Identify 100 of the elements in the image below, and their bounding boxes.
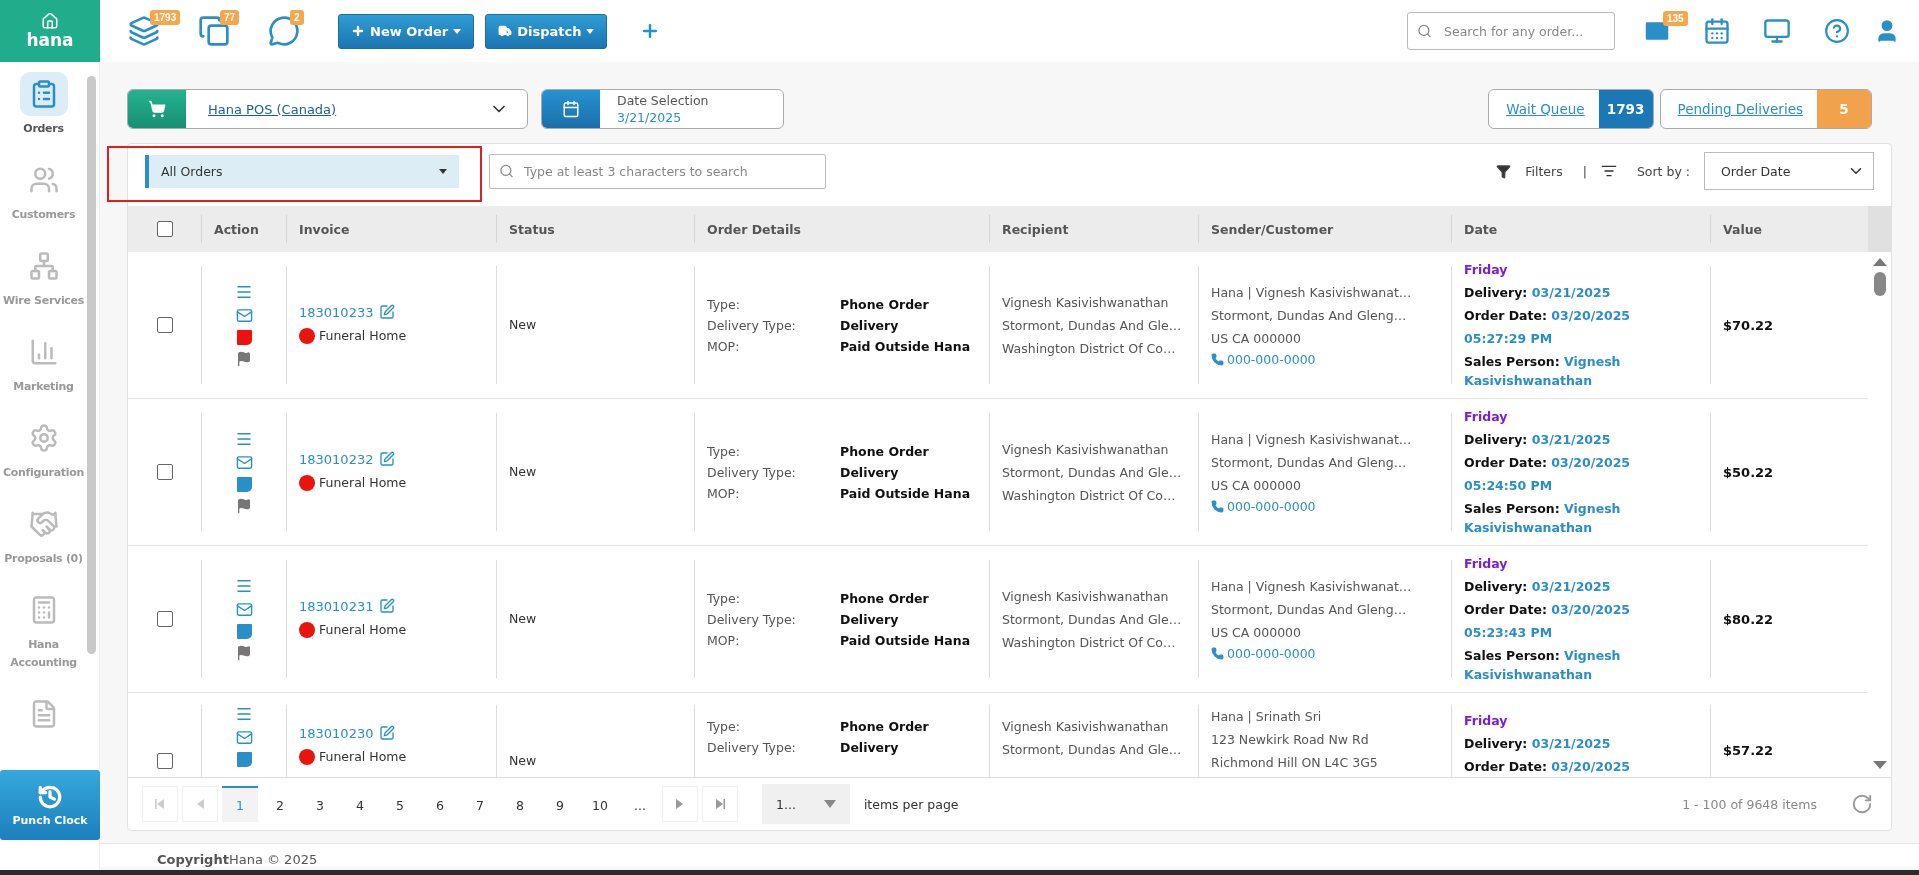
invoice-link[interactable]: 183010230 — [299, 725, 374, 741]
scrollbar[interactable] — [87, 76, 96, 654]
edit-icon[interactable] — [379, 451, 396, 467]
status-dot — [299, 622, 315, 638]
sort-label: Sort by : — [1636, 163, 1690, 179]
refresh-icon[interactable] — [1851, 793, 1873, 815]
sales-person: Sales Person: Vignesh Kasivishwanathan — [1464, 647, 1622, 684]
detail-value: Delivery — [840, 611, 900, 627]
phone-icon — [1211, 353, 1224, 366]
sidebar-label: Hana Accounting — [9, 637, 78, 671]
order-date: Order Date: 03/20/2025 — [1464, 307, 1632, 325]
order-time: 05:24:50 PM — [1464, 477, 1554, 495]
checkbox[interactable] — [156, 611, 173, 627]
column-header[interactable]: Date — [1464, 221, 1498, 237]
sort-icon[interactable] — [1600, 163, 1617, 179]
sender-line: Hana | Vignesh Kasivishwanat… — [1211, 284, 1413, 302]
edit-icon[interactable] — [379, 598, 396, 614]
recipient-line: Stormont, Dundas And Gle… — [1002, 463, 1183, 482]
edit-icon[interactable] — [379, 304, 396, 320]
next-page-button[interactable] — [662, 786, 698, 822]
status-text: New — [509, 463, 538, 481]
delivery-date: Delivery: 03/21/2025 — [1464, 431, 1612, 449]
phone-link[interactable]: 000-000-0000 — [1211, 352, 1451, 367]
note-icon[interactable] — [236, 624, 252, 639]
order-filter-select[interactable]: All Orders — [145, 154, 459, 188]
dispatch-button[interactable]: Dispatch — [485, 13, 608, 49]
invoice-link[interactable]: 183010231 — [299, 598, 374, 614]
store-select[interactable]: Hana POS (Canada) — [127, 89, 528, 129]
note-icon[interactable] — [236, 752, 252, 767]
note-icon[interactable] — [236, 330, 252, 345]
queue-label: Pending Deliveries — [1676, 100, 1804, 119]
handshake-icon — [28, 509, 59, 539]
column-header[interactable]: Sender/Customer — [1211, 221, 1334, 237]
last-page-button[interactable] — [702, 786, 738, 822]
home-icon — [41, 12, 59, 30]
queue-count: 5 — [1817, 90, 1871, 128]
page-button[interactable]: 1 — [222, 786, 258, 822]
flag-icon[interactable] — [236, 498, 252, 514]
column-header[interactable]: Order Details — [707, 221, 801, 237]
recipient-line: Washington District Of Co… — [1002, 486, 1177, 505]
invoice-link[interactable]: 183010232 — [299, 451, 374, 467]
plus-icon — [351, 24, 365, 38]
occasion-tag: Funeral Home — [319, 747, 407, 767]
date-selection-button[interactable]: Date Selection 3/21/2025 — [541, 89, 784, 129]
search-icon — [1417, 23, 1432, 39]
sort-select[interactable]: Order Date — [1704, 152, 1874, 190]
order-date: Order Date: 03/20/2025 — [1464, 601, 1632, 619]
phone-link[interactable]: 000-000-0000 — [1211, 499, 1451, 514]
weekday: Friday — [1464, 408, 1509, 426]
sender-line: 123 Newkirk Road Nw Rd — [1211, 731, 1370, 749]
queue-button[interactable]: Wait Queue 1793 — [1488, 89, 1654, 129]
detail-value: Delivery — [840, 740, 900, 755]
detail-value: Phone Order — [840, 296, 930, 312]
edit-icon[interactable] — [379, 725, 396, 741]
column-header[interactable]: Invoice — [299, 221, 350, 237]
delivery-date: Delivery: 03/21/2025 — [1464, 284, 1612, 302]
detail-value: Paid Outside Hana — [840, 485, 972, 501]
flag-icon[interactable] — [236, 645, 252, 661]
count-badge: 135 — [1663, 11, 1688, 26]
sidebar-item[interactable]: Orders — [0, 72, 88, 138]
recipient-line: Vignesh Kasivishwanathan — [1002, 587, 1170, 606]
chat-icon — [268, 15, 300, 47]
order-date: Order Date: 03/20/2025 — [1464, 758, 1632, 776]
recipient-line: Vignesh Kasivishwanathan — [1002, 440, 1170, 459]
menu-icon[interactable] — [235, 430, 253, 448]
column-header[interactable]: Status — [509, 221, 555, 237]
filters-button[interactable]: Filters — [1496, 163, 1563, 179]
queue-label: Wait Queue — [1505, 100, 1586, 119]
menu-icon[interactable] — [235, 705, 253, 723]
checkbox[interactable] — [156, 753, 173, 769]
queue-button[interactable]: Pending Deliveries 5 — [1659, 89, 1872, 129]
menu-icon[interactable] — [235, 283, 253, 301]
search-field[interactable]: Type at least 3 characters to search — [489, 153, 826, 189]
sender-line: Richmond Hill ON L4C 3G5 — [1211, 754, 1379, 772]
column-header[interactable]: Action — [214, 221, 259, 237]
invoice-link[interactable]: 183010233 — [299, 304, 374, 320]
filter-icon — [1496, 163, 1512, 179]
occasion-tag: Funeral Home — [319, 473, 407, 493]
menu-icon[interactable] — [235, 577, 253, 595]
sales-person: Sales Person: Vignesh Kasivishwanathan — [1464, 353, 1622, 390]
checkbox[interactable] — [156, 221, 173, 237]
sidebar-label: Wire Services — [3, 293, 84, 309]
note-icon[interactable] — [236, 477, 252, 492]
phone-link[interactable]: 000-000-0000 — [1211, 646, 1451, 661]
detail-label: MOP: — [707, 338, 741, 354]
date-label: Date Selection — [617, 93, 709, 108]
queue-count: 1793 — [1598, 90, 1653, 128]
checkbox[interactable] — [156, 317, 173, 333]
per-page-select[interactable]: 1... — [762, 784, 850, 824]
checkbox[interactable] — [156, 464, 173, 480]
flag-icon[interactable] — [236, 351, 252, 367]
settings-icon — [28, 423, 59, 453]
sender-line: Hana | Srinath Sri — [1211, 708, 1323, 726]
order-search-field[interactable]: Search for any order... — [1407, 12, 1615, 50]
column-header[interactable]: Recipient — [1002, 221, 1069, 237]
new-order-button[interactable]: New Order — [338, 13, 475, 49]
punch-clock-button[interactable]: Punch Clock — [0, 770, 100, 840]
recipient-line: Stormont, Dundas And Gle… — [1002, 316, 1183, 335]
sales-person: Sales Person: Vignesh Kasivishwanathan — [1464, 500, 1622, 537]
column-header[interactable]: Value — [1723, 221, 1763, 237]
